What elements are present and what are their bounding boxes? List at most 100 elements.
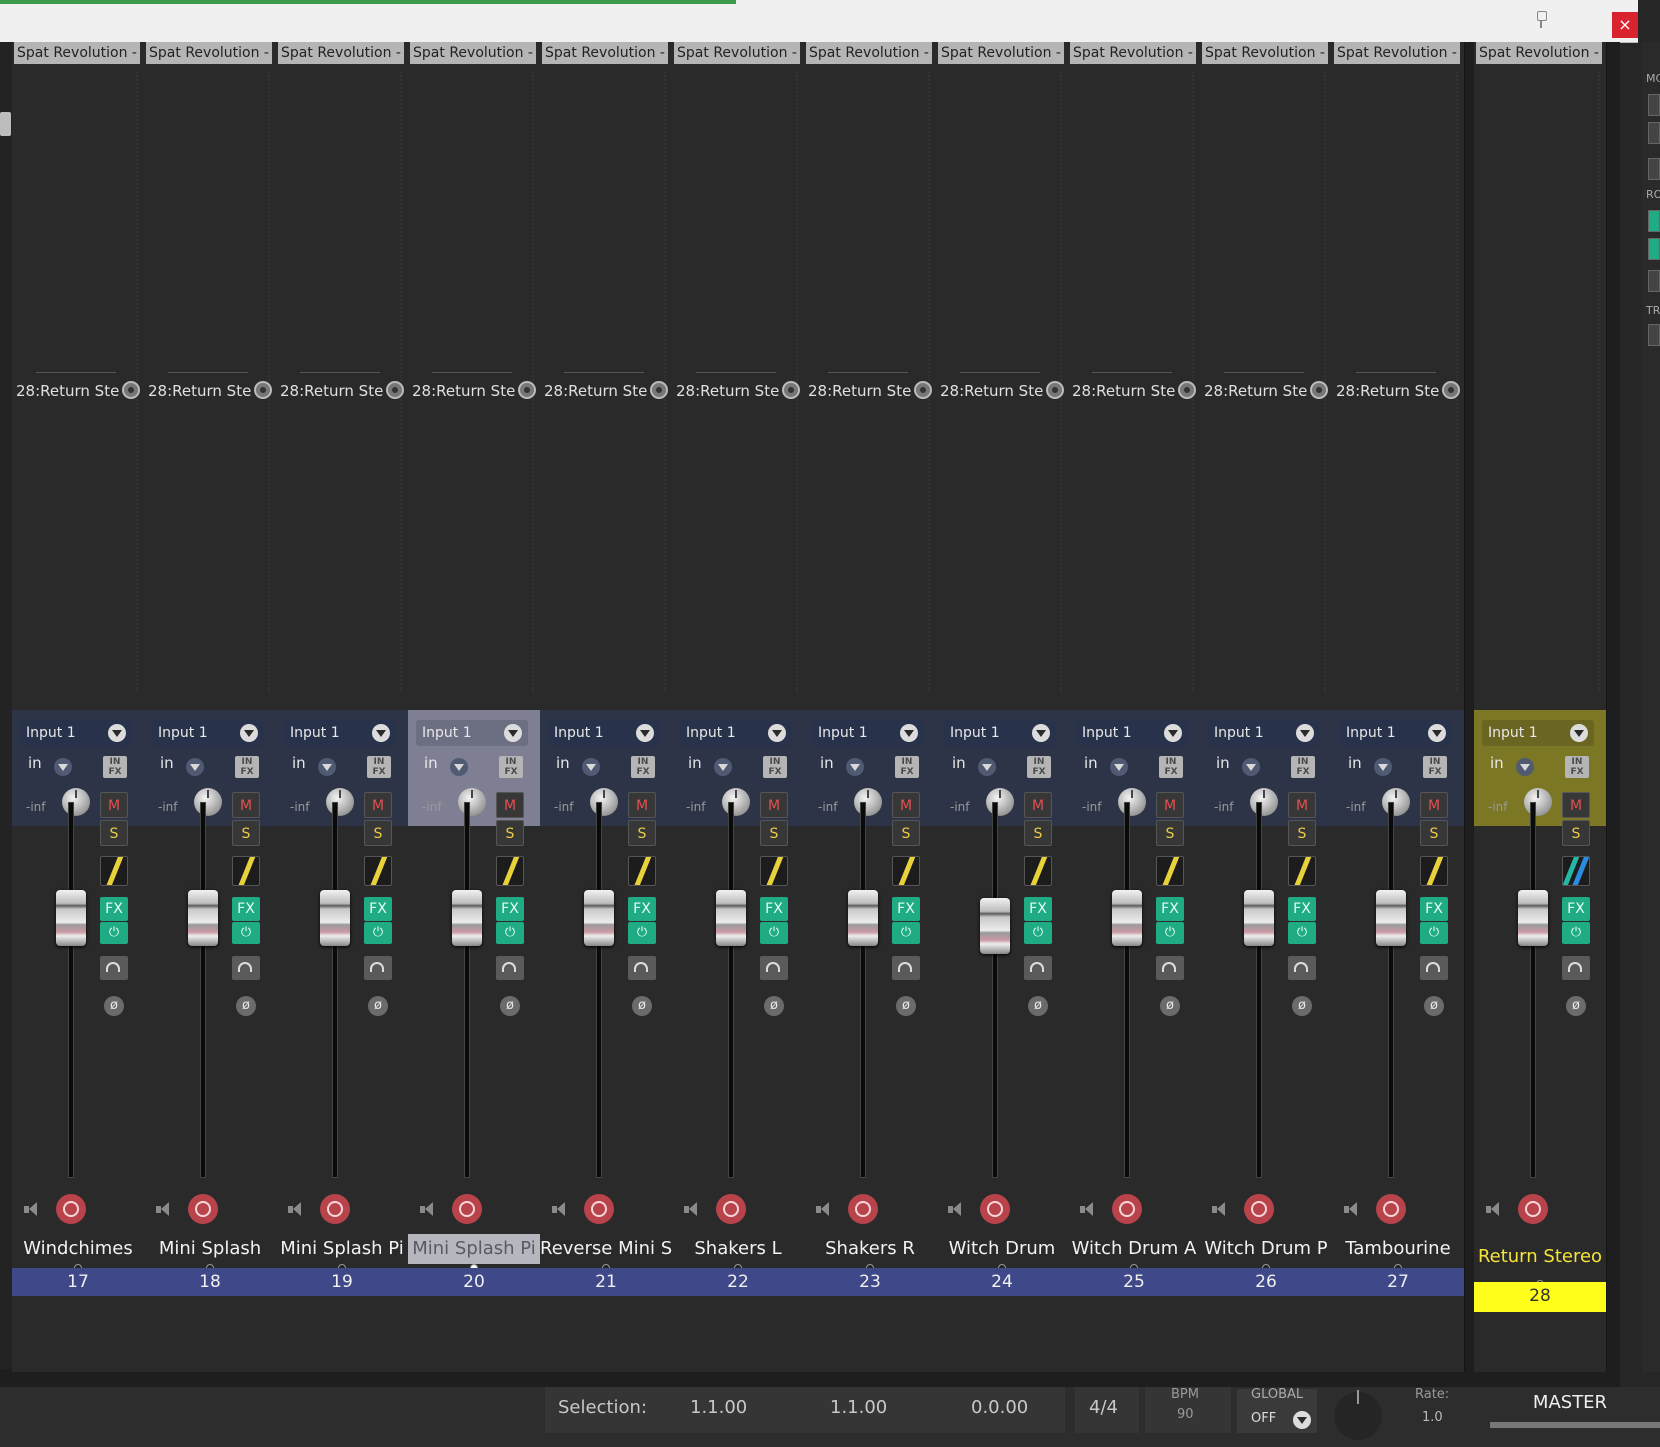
monitor-label[interactable]: in	[160, 754, 174, 772]
input-select[interactable]: Input 1	[812, 720, 924, 746]
envelope-icon[interactable]	[1156, 856, 1184, 886]
chevron-down-icon[interactable]	[768, 724, 786, 742]
fx-slot[interactable]: Spat Revolution -	[938, 42, 1064, 64]
fx-button[interactable]: FX	[1420, 897, 1448, 921]
track-name[interactable]: Return Stereo	[1474, 1242, 1606, 1272]
routing-icon[interactable]	[1562, 956, 1590, 980]
fader-track[interactable]	[1388, 802, 1394, 1178]
fx-slot[interactable]: Spat Revolution -	[410, 42, 536, 64]
speaker-icon[interactable]	[24, 1202, 38, 1216]
chevron-down-icon[interactable]	[636, 724, 654, 742]
solo-button[interactable]: S	[496, 820, 524, 846]
mute-button[interactable]: M	[892, 792, 920, 818]
fader-handle[interactable]	[1112, 890, 1142, 946]
chevron-down-icon[interactable]	[1296, 724, 1314, 742]
global-automation[interactable]: GLOBAL OFF	[1237, 1387, 1317, 1433]
track-number[interactable]: 18	[144, 1268, 276, 1296]
panel-button[interactable]	[1648, 270, 1660, 292]
chevron-down-icon[interactable]	[318, 758, 336, 776]
fader-handle[interactable]	[188, 890, 218, 946]
fader-handle[interactable]	[584, 890, 614, 946]
chevron-down-icon[interactable]	[1516, 758, 1534, 776]
routing-icon[interactable]	[1288, 956, 1316, 980]
power-icon[interactable]: ⏻	[496, 922, 524, 944]
time-signature[interactable]: 4/4	[1089, 1397, 1118, 1418]
solo-button[interactable]: S	[232, 820, 260, 846]
rate-value[interactable]: 1.0	[1422, 1410, 1443, 1425]
power-icon[interactable]: ⏻	[1024, 922, 1052, 944]
track-number[interactable]: 25	[1068, 1268, 1200, 1296]
fx-slot[interactable]: Spat Revolution -	[1334, 42, 1460, 64]
solo-button[interactable]: S	[1420, 820, 1448, 846]
input-select[interactable]: Input 1	[416, 720, 528, 746]
speaker-icon[interactable]	[684, 1202, 698, 1216]
chevron-down-icon[interactable]	[1242, 758, 1260, 776]
phase-invert-button[interactable]: ø	[1566, 996, 1586, 1016]
input-fx-button[interactable]: IN FX	[1423, 756, 1447, 778]
chevron-down-icon[interactable]	[1428, 724, 1446, 742]
track-number[interactable]: 22	[672, 1268, 804, 1296]
record-arm-button[interactable]	[716, 1194, 746, 1224]
mute-button[interactable]: M	[1156, 792, 1184, 818]
monitor-label[interactable]: in	[952, 754, 966, 772]
chevron-down-icon[interactable]	[240, 724, 258, 742]
input-fx-button[interactable]: IN FX	[499, 756, 523, 778]
power-icon[interactable]: ⏻	[1156, 922, 1184, 944]
speaker-icon[interactable]	[1344, 1202, 1358, 1216]
solo-button[interactable]: S	[1024, 820, 1052, 846]
fader-handle[interactable]	[1244, 890, 1274, 946]
power-icon[interactable]: ⏻	[100, 922, 128, 944]
chevron-down-icon[interactable]	[1032, 724, 1050, 742]
chevron-down-icon[interactable]	[54, 758, 72, 776]
pan-knob[interactable]	[326, 788, 354, 816]
routing-icon[interactable]	[628, 956, 656, 980]
send-knob[interactable]	[782, 381, 800, 399]
track-name[interactable]: Mini Splash Pi	[276, 1234, 408, 1264]
mute-button[interactable]: M	[364, 792, 392, 818]
monitor-label[interactable]: in	[688, 754, 702, 772]
input-select[interactable]: Input 1	[152, 720, 264, 746]
solo-button[interactable]: S	[760, 820, 788, 846]
scroll-handle[interactable]	[0, 112, 11, 136]
envelope-icon[interactable]	[100, 856, 128, 886]
monitor-label[interactable]: in	[1084, 754, 1098, 772]
rate-knob[interactable]	[1334, 1390, 1382, 1440]
input-fx-button[interactable]: IN FX	[895, 756, 919, 778]
fader-track[interactable]	[596, 802, 602, 1178]
input-select[interactable]: Input 1	[20, 720, 132, 746]
phase-invert-button[interactable]: ø	[368, 996, 388, 1016]
send-knob[interactable]	[914, 381, 932, 399]
phase-invert-button[interactable]: ø	[1160, 996, 1180, 1016]
power-icon[interactable]: ⏻	[232, 922, 260, 944]
speaker-icon[interactable]	[948, 1202, 962, 1216]
send-knob[interactable]	[518, 381, 536, 399]
envelope-icon[interactable]	[892, 856, 920, 886]
monitor-label[interactable]: in	[1348, 754, 1362, 772]
track-name[interactable]: Witch Drum P	[1200, 1234, 1332, 1264]
track-name[interactable]: Windchimes	[12, 1234, 144, 1264]
pan-knob[interactable]	[590, 788, 618, 816]
fader-handle[interactable]	[716, 890, 746, 946]
track-name[interactable]: Witch Drum A	[1068, 1234, 1200, 1264]
fader-track[interactable]	[200, 802, 206, 1178]
input-select[interactable]: Input 1	[548, 720, 660, 746]
envelope-icon[interactable]	[1420, 856, 1448, 886]
envelope-icon[interactable]	[1562, 856, 1590, 886]
input-fx-button[interactable]: IN FX	[1565, 756, 1589, 778]
chevron-down-icon[interactable]	[1293, 1411, 1311, 1429]
power-icon[interactable]: ⏻	[364, 922, 392, 944]
routing-icon[interactable]	[232, 956, 260, 980]
speaker-icon[interactable]	[156, 1202, 170, 1216]
input-select[interactable]: Input 1	[284, 720, 396, 746]
input-fx-button[interactable]: IN FX	[631, 756, 655, 778]
input-select[interactable]: Input 1	[944, 720, 1056, 746]
pan-knob[interactable]	[1250, 788, 1278, 816]
fader-track[interactable]	[728, 802, 734, 1178]
chevron-down-icon[interactable]	[186, 758, 204, 776]
chevron-down-icon[interactable]	[1110, 758, 1128, 776]
fader-handle[interactable]	[1518, 890, 1548, 946]
mute-button[interactable]: M	[1288, 792, 1316, 818]
power-icon[interactable]: ⏻	[892, 922, 920, 944]
solo-button[interactable]: S	[100, 820, 128, 846]
solo-button[interactable]: S	[1156, 820, 1184, 846]
